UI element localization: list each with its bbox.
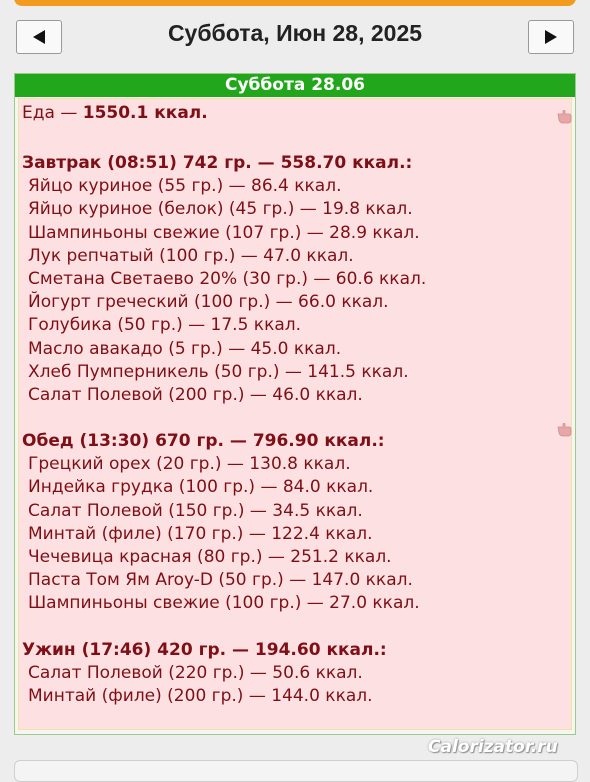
meal-item: Паста Том Ям Aroy-D (50 гр.) — 147.0 кка…	[28, 570, 413, 591]
food-total: Еда — 1550.1 ккал.	[22, 103, 208, 123]
top-accent-bar	[14, 0, 576, 6]
meal-item: Шампиньоны свежие (107 гр.) — 28.9 ккал.	[28, 222, 420, 243]
triangle-left-icon	[33, 30, 45, 44]
meal-item: Шампиньоны свежие (100 гр.) — 27.0 ккал.	[28, 593, 420, 614]
meal-item: Минтай (филе) (200 гр.) — 144.0 ккал.	[28, 686, 373, 707]
meal-lunch: Обед (13:30) 670 гр. — 796.90 ккал.: Гре…	[22, 430, 420, 616]
day-body: Еда — 1550.1 ккал. Завтрак (08:51) 742 г…	[18, 98, 572, 730]
triangle-right-icon	[545, 30, 557, 44]
site-watermark: Calorizator.ru	[428, 737, 558, 757]
meal-item: Хлеб Пумперникель (50 гр.) — 141.5 ккал.	[28, 361, 409, 382]
meal-item: Голубика (50 гр.) — 17.5 ккал.	[28, 315, 302, 336]
pointing-hand-icon[interactable]	[556, 108, 572, 124]
date-navigation: Суббота, Июн 28, 2025	[0, 14, 590, 60]
next-panel-edge	[14, 760, 578, 782]
meal-item: Йогурт греческий (100 гр.) — 66.0 ккал.	[28, 292, 389, 313]
meal-breakfast: Завтрак (08:51) 742 гр. — 558.70 ккал.: …	[22, 152, 426, 407]
meal-header: Обед (13:30) 670 гр. — 796.90 ккал.:	[22, 431, 385, 451]
meal-header: Завтрак (08:51) 742 гр. — 558.70 ккал.:	[22, 153, 413, 173]
meal-item: Яйцо куриное (55 гр.) — 86.4 ккал.	[28, 176, 342, 197]
meal-item: Грецкий орех (20 гр.) — 130.8 ккал.	[28, 454, 351, 475]
meal-dinner: Ужин (17:46) 420 гр. — 194.60 ккал.: Сал…	[22, 639, 387, 709]
food-total-label: Еда —	[22, 103, 78, 123]
meal-item: Салат Полевой (220 гр.) — 50.6 ккал.	[28, 663, 363, 684]
pointing-hand-icon[interactable]	[556, 421, 572, 437]
meal-item: Минтай (филе) (170 гр.) — 122.4 ккал.	[28, 523, 373, 544]
meal-item: Салат Полевой (150 гр.) — 34.5 ккал.	[28, 500, 363, 521]
food-total-value: 1550.1 ккал.	[82, 103, 208, 123]
date-title: Суббота, Июн 28, 2025	[167, 20, 423, 46]
meal-item: Лук репчатый (100 гр.) — 47.0 ккал.	[28, 245, 354, 266]
meal-item: Масло авакадо (5 гр.) — 45.0 ккал.	[28, 338, 342, 359]
meal-item: Салат Полевой (200 гр.) — 46.0 ккал.	[28, 384, 363, 405]
meal-header: Ужин (17:46) 420 гр. — 194.60 ккал.:	[22, 640, 387, 660]
day-panel: Суббота 28.06 Еда — 1550.1 ккал. Завтрак…	[14, 73, 576, 735]
meal-item: Чечевица красная (80 гр.) — 251.2 ккал.	[28, 546, 392, 567]
previous-day-button[interactable]	[16, 20, 62, 54]
meal-item: Яйцо куриное (белок) (45 гр.) — 19.8 кка…	[28, 199, 413, 220]
meal-item: Сметана Светаево 20% (30 гр.) — 60.6 кка…	[28, 268, 427, 289]
meal-item: Индейка грудка (100 гр.) — 84.0 ккал.	[28, 477, 374, 498]
day-bar: Суббота 28.06	[15, 74, 575, 97]
next-day-button[interactable]	[528, 20, 574, 54]
